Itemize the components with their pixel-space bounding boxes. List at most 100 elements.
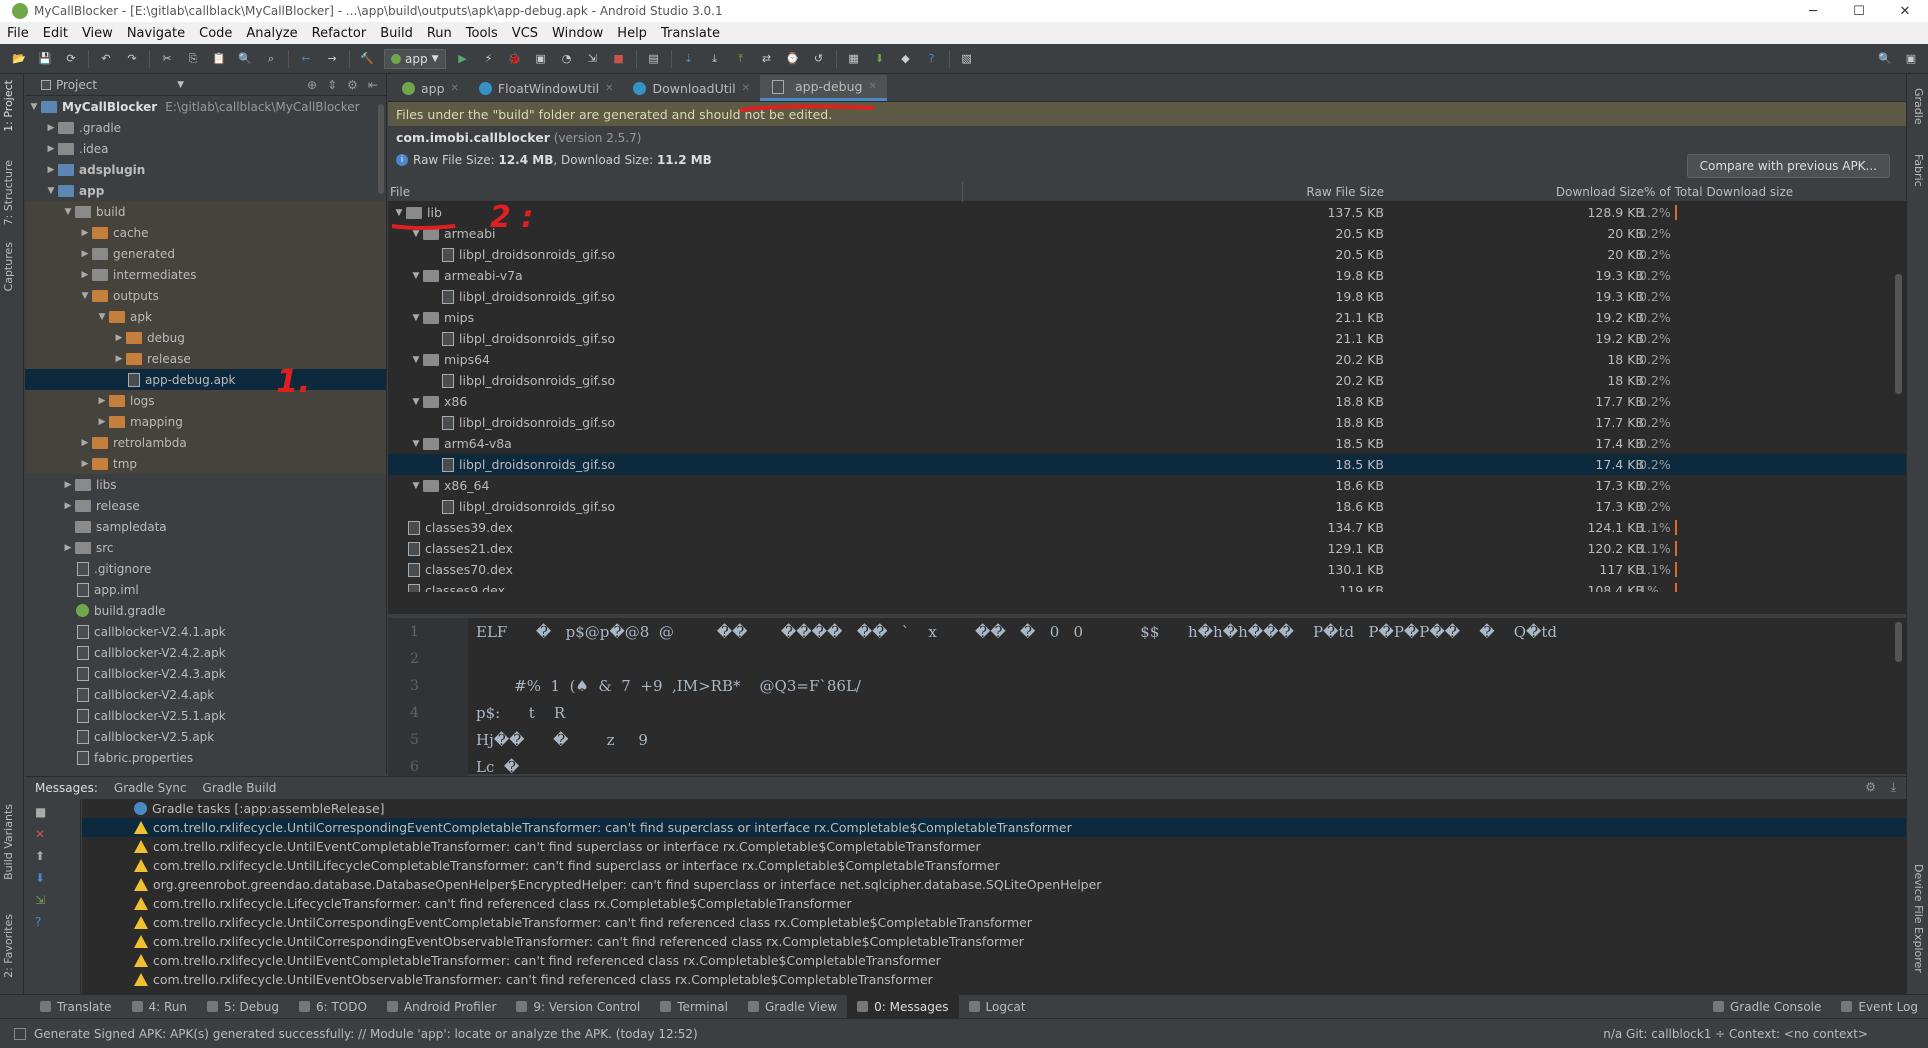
tree-expand-arrow[interactable]: ▼	[409, 229, 423, 239]
tree-item[interactable]: ▶ .gradle	[25, 117, 386, 138]
close-tab-icon[interactable]: ✕	[742, 83, 750, 94]
redo-icon[interactable]: ↷	[123, 50, 141, 68]
message-row[interactable]: org.greenrobot.greendao.database.Databas…	[82, 875, 1906, 894]
vcs-compare-icon[interactable]: ⇄	[758, 50, 776, 68]
menu-run[interactable]: Run	[420, 26, 459, 41]
bottom-tab-6[interactable]: Terminal	[650, 995, 738, 1019]
project-view-select[interactable]: Project	[56, 78, 97, 92]
menu-code[interactable]: Code	[192, 26, 239, 41]
bottom-tab-8[interactable]: 0: Messages	[847, 994, 959, 1019]
tree-item[interactable]: callblocker-V2.4.3.apk	[25, 663, 386, 684]
table-row[interactable]: ▼ armeabi 20.5 KB 20 KB 0.2%	[388, 223, 1906, 244]
table-row[interactable]: classes9.dex 119 KB 108.4 KB 1%	[388, 580, 1906, 592]
coverage-icon[interactable]: ▣	[532, 50, 550, 68]
menu-refactor[interactable]: Refactor	[305, 26, 374, 41]
tree-item[interactable]: ▶ mapping	[25, 411, 386, 432]
tree-expand-arrow[interactable]: ▶	[78, 249, 92, 259]
vcs-update-icon[interactable]: ⇣	[680, 50, 698, 68]
project-scrollbar[interactable]	[378, 104, 384, 194]
table-row[interactable]: libpl_droidsonroids_gif.so 18.8 KB 17.7 KB…	[388, 412, 1906, 433]
close-icon[interactable]: ✕	[35, 827, 51, 843]
tree-expand-arrow[interactable]: ▼	[409, 397, 423, 407]
tree-item[interactable]: ▶ adsplugin	[25, 159, 386, 180]
tree-expand-arrow[interactable]: ▶	[95, 417, 109, 427]
messages-tab[interactable]: Gradle Sync	[114, 781, 187, 795]
tree-expand-arrow[interactable]: ▼	[95, 312, 109, 322]
table-row[interactable]: ▼ x86 18.8 KB 17.7 KB 0.2%	[388, 391, 1906, 412]
tree-expand-arrow[interactable]: ▼	[27, 102, 41, 112]
table-row[interactable]: libpl_droidsonroids_gif.so 20.2 KB 18 KB 0.…	[388, 370, 1906, 391]
layout-inspector-icon[interactable]: ▧	[958, 50, 976, 68]
tree-item[interactable]: app.iml	[25, 579, 386, 600]
sync-icon[interactable]: ⟳	[62, 50, 80, 68]
tree-item[interactable]: ▼ outputs	[25, 285, 386, 306]
tree-item[interactable]: app-debug.apk	[25, 369, 386, 390]
column-header-raw-size[interactable]: Raw File Size	[1306, 185, 1384, 199]
close-tab-icon[interactable]: ✕	[451, 83, 459, 94]
tree-expand-arrow[interactable]: ▶	[44, 165, 58, 175]
close-tab-icon[interactable]: ✕	[868, 81, 876, 92]
menu-build[interactable]: Build	[373, 26, 420, 41]
bottom-tab-3[interactable]: 6: TODO	[289, 995, 377, 1019]
menu-edit[interactable]: Edit	[36, 26, 75, 41]
tree-item[interactable]: ▼ apk	[25, 306, 386, 327]
tree-item[interactable]: callblocker-V2.4.1.apk	[25, 621, 386, 642]
back-icon[interactable]: ←	[297, 50, 315, 68]
tree-expand-arrow[interactable]: ▶	[78, 270, 92, 280]
table-row[interactable]: ▼ x86_64 18.6 KB 17.3 KB 0.2%	[388, 475, 1906, 496]
project-tool-tab[interactable]: 1: Project	[2, 80, 15, 132]
tree-item[interactable]: callblocker-V2.5.apk	[25, 726, 386, 747]
settings-icon[interactable]: ▣	[1902, 50, 1920, 68]
device-explorer-tool-tab[interactable]: Device File Explorer	[1912, 864, 1925, 973]
table-row[interactable]: libpl_droidsonroids_gif.so 18.6 KB 17.3 KB…	[388, 496, 1906, 517]
message-row[interactable]: com.trello.rxlifecycle.UntilEventComplet…	[82, 951, 1906, 970]
tree-expand-arrow[interactable]: ▼	[409, 313, 423, 323]
binary-content[interactable]: ELF � p$@p�@8 @ �� ���� �� ` x �� � 0 0 …	[476, 618, 1557, 780]
hide-panel-icon[interactable]: ⇤	[368, 78, 378, 92]
avd-manager-icon[interactable]: ◆	[897, 50, 915, 68]
tree-item[interactable]: ▶ retrolambda	[25, 432, 386, 453]
messages-tab[interactable]: Messages:	[35, 781, 98, 795]
tree-item[interactable]: callblocker-V2.4.2.apk	[25, 642, 386, 663]
tree-item[interactable]: ▶ cache	[25, 222, 386, 243]
messages-settings-icon[interactable]: ⚙	[1865, 780, 1876, 794]
apply-changes-icon[interactable]: ⚡	[480, 50, 498, 68]
collapse-all-icon[interactable]: ⇕	[327, 78, 337, 92]
help-icon[interactable]: ?	[923, 50, 941, 68]
vcs-revert-icon[interactable]: ↺	[810, 50, 828, 68]
locate-icon[interactable]: ⊕	[307, 78, 317, 92]
menu-view[interactable]: View	[75, 26, 120, 41]
maximize-button[interactable]: ☐	[1836, 0, 1882, 22]
tree-item[interactable]: ▼ build	[25, 201, 386, 222]
replace-icon[interactable]: ⌕	[262, 50, 280, 68]
tree-root[interactable]: ▼ MyCallBlocker E:\gitlab\callblack\MyCa…	[25, 96, 386, 117]
make-project-icon[interactable]: 🔨	[358, 50, 376, 68]
message-row[interactable]: com.trello.rxlifecycle.UntilEventObserva…	[82, 970, 1906, 989]
tree-expand-arrow[interactable]: ▶	[95, 396, 109, 406]
tree-item[interactable]: fabric.properties	[25, 747, 386, 768]
device-manager-icon[interactable]: ▤	[645, 50, 663, 68]
tree-item[interactable]: sampledata	[25, 516, 386, 537]
tree-expand-arrow[interactable]: ▶	[44, 144, 58, 154]
tree-expand-arrow[interactable]: ▶	[44, 123, 58, 133]
tree-expand-arrow[interactable]: ▼	[61, 207, 75, 217]
down-icon[interactable]: ⬇	[35, 871, 51, 887]
menu-vcs[interactable]: VCS	[505, 26, 545, 41]
table-row[interactable]: ▼ lib 137.5 KB 128.9 KB 1.2%	[388, 202, 1906, 223]
table-row[interactable]: ▼ mips64 20.2 KB 18 KB 0.2%	[388, 349, 1906, 370]
tree-item[interactable]: ▼ app	[25, 180, 386, 201]
tree-item[interactable]: callblocker-V2.4.apk	[25, 684, 386, 705]
tab-downloadutil[interactable]: DownloadUtil ✕	[623, 75, 760, 101]
bottom-tab-0[interactable]: Translate	[30, 995, 122, 1019]
bottom-right-tab-0[interactable]: Gradle Console	[1703, 995, 1831, 1019]
bottom-tab-9[interactable]: Logcat	[959, 995, 1036, 1019]
profile-icon[interactable]: ◔	[558, 50, 576, 68]
table-row[interactable]: libpl_droidsonroids_gif.so 18.5 KB 17.4 KB…	[388, 454, 1906, 475]
vcs-pull-icon[interactable]: ⤓	[706, 50, 724, 68]
export-icon[interactable]: ⇲	[35, 893, 51, 909]
gear-icon[interactable]: ⚙	[347, 78, 358, 92]
structure-tool-tab[interactable]: 7: Structure	[2, 160, 15, 225]
tree-expand-arrow[interactable]: ▶	[61, 501, 75, 511]
hex-scrollbar[interactable]	[1895, 622, 1902, 662]
column-header-download-size[interactable]: Download Size	[1556, 185, 1644, 199]
